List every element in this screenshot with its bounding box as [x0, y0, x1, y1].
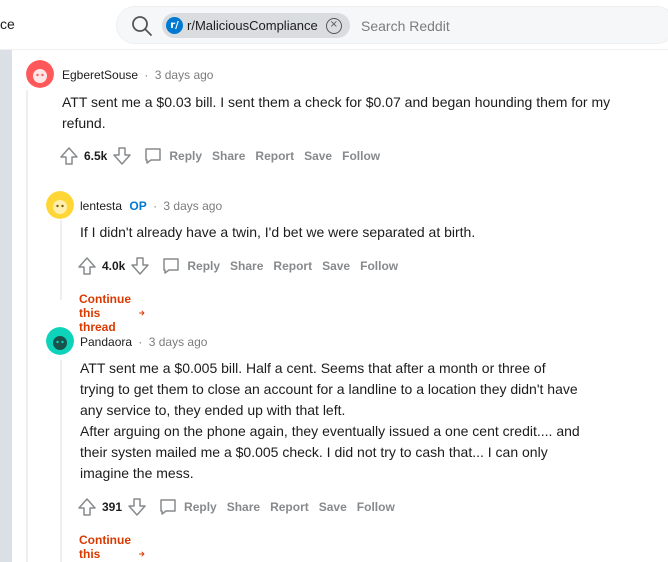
- comment-paragraph: ATT sent me a $0.005 bill. Half a cent. …: [80, 360, 578, 418]
- community-chip-label: r/MaliciousCompliance: [187, 18, 318, 33]
- follow-button[interactable]: Follow: [360, 259, 398, 273]
- share-button[interactable]: Share: [230, 259, 263, 273]
- continue-thread-link[interactable]: Continue this thread: [79, 292, 145, 334]
- share-label: Share: [212, 149, 246, 163]
- follow-button[interactable]: Follow: [357, 500, 395, 514]
- username[interactable]: Pandaora: [80, 335, 132, 349]
- top-header: ce r/ r/MaliciousCompliance × Search Red…: [0, 0, 668, 50]
- avatar[interactable]: [46, 191, 74, 219]
- arrow-right-icon: [139, 551, 145, 557]
- partial-title: ce: [0, 16, 15, 32]
- report-label: Report: [255, 149, 295, 163]
- comments-card: EgberetSouse · 3 days ago ATT sent me a …: [12, 50, 668, 562]
- share-label: Share: [230, 259, 264, 273]
- search-bar[interactable]: r/ r/MaliciousCompliance × Search Reddit: [116, 6, 668, 44]
- community-chip[interactable]: r/ r/MaliciousCompliance ×: [162, 13, 350, 38]
- save-label: Save: [322, 259, 351, 273]
- follow-label: Follow: [342, 149, 381, 163]
- follow-button[interactable]: Follow: [342, 149, 380, 163]
- upvote-icon[interactable]: [58, 145, 80, 167]
- report-button[interactable]: Report: [255, 149, 294, 163]
- reply-label: Reply: [184, 500, 217, 514]
- vote-score: 4.0k: [102, 259, 126, 273]
- report-label: Report: [273, 259, 313, 273]
- vote-score: 391: [102, 500, 123, 514]
- search-input[interactable]: Search Reddit: [361, 18, 450, 34]
- upvote-icon[interactable]: [76, 255, 98, 277]
- report-button[interactable]: Report: [270, 500, 309, 514]
- comment-body: If I didn't already have a twin, I'd bet…: [80, 222, 640, 243]
- save-label: Save: [304, 149, 333, 163]
- comment-meta: lentesta OP · 3 days ago: [80, 199, 222, 213]
- save-button[interactable]: Save: [322, 259, 350, 273]
- share-button[interactable]: Share: [227, 500, 260, 514]
- timestamp[interactable]: 3 days ago: [155, 68, 214, 82]
- follow-label: Follow: [356, 500, 395, 514]
- comment-paragraph: ATT sent me a $0.03 bill. I sent them a …: [62, 94, 611, 131]
- username[interactable]: lentesta: [80, 199, 122, 213]
- comment-body: ATT sent me a $0.005 bill. Half a cent. …: [80, 358, 580, 484]
- close-icon[interactable]: ×: [325, 17, 342, 34]
- reply-button[interactable]: Reply: [161, 256, 220, 276]
- timestamp[interactable]: 3 days ago: [149, 335, 208, 349]
- arrow-right-icon: [139, 310, 145, 316]
- search-icon: [131, 15, 153, 37]
- vote-score: 6.5k: [84, 149, 108, 163]
- downvote-icon[interactable]: [126, 496, 148, 518]
- reply-label: Reply: [187, 259, 221, 273]
- username[interactable]: EgberetSouse: [62, 68, 138, 82]
- thread-line[interactable]: [26, 90, 28, 562]
- op-badge: OP: [129, 199, 147, 213]
- report-label: Report: [270, 500, 309, 514]
- separator: ·: [153, 199, 158, 213]
- save-button[interactable]: Save: [319, 500, 347, 514]
- comment-actions: 6.5k Reply Share Report Save Follow: [58, 144, 380, 168]
- continue-thread-label: Continue this thread: [79, 292, 131, 334]
- comment-icon: [145, 148, 162, 164]
- separator: ·: [144, 68, 149, 82]
- comment-meta: EgberetSouse · 3 days ago: [62, 68, 213, 82]
- continue-thread-link[interactable]: Continue this thread: [79, 533, 145, 562]
- avatar[interactable]: [26, 60, 54, 88]
- subreddit-icon: r/: [166, 17, 183, 34]
- downvote-icon[interactable]: [129, 255, 151, 277]
- reply-button[interactable]: Reply: [143, 146, 202, 166]
- comment-paragraph: After arguing on the phone again, they e…: [80, 423, 580, 481]
- separator: ·: [138, 335, 143, 349]
- reply-button[interactable]: Reply: [158, 497, 217, 517]
- thread-line[interactable]: [60, 360, 62, 562]
- share-button[interactable]: Share: [212, 149, 245, 163]
- share-label: Share: [226, 500, 261, 514]
- comment-paragraph: If I didn't already have a twin, I'd bet…: [80, 224, 476, 240]
- continue-thread-label: Continue this thread: [79, 533, 131, 562]
- comment-icon: [160, 499, 176, 515]
- thread-line[interactable]: [60, 220, 62, 300]
- comment-body: ATT sent me a $0.03 bill. I sent them a …: [62, 92, 622, 134]
- comment-meta: Pandaora · 3 days ago: [80, 335, 207, 349]
- upvote-icon[interactable]: [76, 496, 98, 518]
- reply-label: Reply: [169, 149, 203, 163]
- save-label: Save: [318, 500, 347, 514]
- save-button[interactable]: Save: [304, 149, 332, 163]
- follow-label: Follow: [360, 259, 399, 273]
- timestamp[interactable]: 3 days ago: [163, 199, 222, 213]
- comment-icon: [163, 258, 180, 274]
- avatar[interactable]: [46, 327, 74, 355]
- downvote-icon[interactable]: [111, 145, 133, 167]
- comment-actions: 4.0k Reply Share Report Save Follow: [76, 254, 398, 278]
- report-button[interactable]: Report: [273, 259, 312, 273]
- comment-actions: 391 Reply Share Report Save Follow: [76, 495, 395, 519]
